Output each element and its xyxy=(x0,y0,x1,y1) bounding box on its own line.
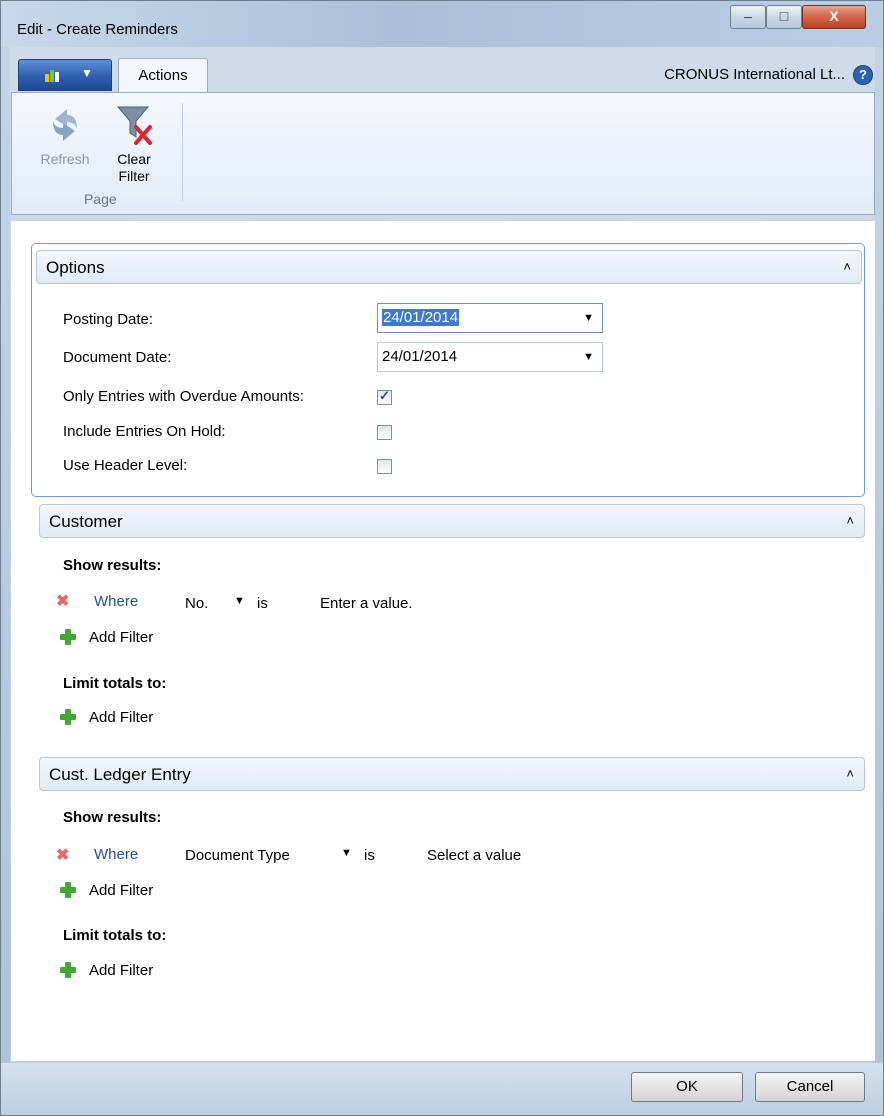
ok-button[interactable]: OK xyxy=(631,1072,743,1102)
posting-date-label: Posting Date: xyxy=(63,311,154,328)
dropdown-arrow-icon[interactable]: ▼ xyxy=(583,312,594,324)
dialog-window: Edit - Create Reminders – □ X ▼ Actions … xyxy=(0,0,884,1116)
customer-limit-totals: Limit totals to: xyxy=(63,675,167,692)
right-frame xyxy=(875,47,883,1063)
ledger-title: Cust. Ledger Entry xyxy=(49,765,191,784)
checkmark-icon: ✓ xyxy=(379,388,390,403)
ledger-add-limit-filter[interactable]: Add Filter xyxy=(89,962,153,979)
customer-add-limit-filter[interactable]: Add Filter xyxy=(89,709,153,726)
posting-date-field[interactable]: 24/01/2014 ▼ xyxy=(377,303,603,333)
customer-show-results: Show results: xyxy=(63,557,162,574)
dynamics-logo-icon xyxy=(45,70,59,82)
add-icon[interactable] xyxy=(60,709,76,725)
add-icon[interactable] xyxy=(60,882,76,898)
ledger-filter-field[interactable]: Document Type xyxy=(185,847,290,864)
title-bar: Edit - Create Reminders – □ X xyxy=(1,1,883,47)
customer-title: Customer xyxy=(49,512,123,531)
window-title: Edit - Create Reminders xyxy=(17,21,178,38)
maximize-button[interactable]: □ xyxy=(766,5,802,29)
use-header-level-checkbox[interactable] xyxy=(377,459,392,474)
ledger-where-link[interactable]: Where xyxy=(94,846,138,863)
tab-actions[interactable]: Actions xyxy=(118,58,208,94)
application-menu-button[interactable]: ▼ xyxy=(18,59,112,91)
ledger-header[interactable]: Cust. Ledger Entry ˄ xyxy=(39,757,865,791)
company-name[interactable]: CRONUS International Lt... xyxy=(664,66,845,83)
left-frame xyxy=(1,47,10,1063)
options-header[interactable]: Options ˄ xyxy=(36,250,862,284)
remove-filter-icon[interactable]: ✖ xyxy=(56,591,69,611)
ledger-filter-value[interactable]: Select a value xyxy=(427,847,521,864)
cancel-button[interactable]: Cancel xyxy=(755,1072,865,1102)
only-overdue-label: Only Entries with Overdue Amounts: xyxy=(63,388,304,405)
dialog-footer: OK Cancel xyxy=(1,1063,883,1115)
dropdown-arrow-icon[interactable]: ▼ xyxy=(583,351,594,363)
ledger-filter-operator: is xyxy=(364,847,375,864)
refresh-icon xyxy=(53,109,77,141)
ribbon-group-divider xyxy=(182,103,183,201)
add-icon[interactable] xyxy=(60,629,76,645)
close-icon: X xyxy=(829,8,839,24)
ledger-add-filter[interactable]: Add Filter xyxy=(89,882,153,899)
clear-filter-label: Clear Filter xyxy=(117,151,151,184)
customer-filter-operator: is xyxy=(257,595,268,612)
collapse-icon: ˄ xyxy=(846,513,854,528)
refresh-button[interactable]: Refresh xyxy=(38,103,92,168)
refresh-label: Refresh xyxy=(40,151,90,167)
ribbon-panel: Refresh Clear Filter Page xyxy=(11,92,875,215)
use-header-level-label: Use Header Level: xyxy=(63,457,188,474)
close-button[interactable]: X xyxy=(802,5,866,29)
only-overdue-checkbox[interactable]: ✓ xyxy=(377,388,392,405)
ribbon-tab-bar: ▼ Actions CRONUS International Lt... ? xyxy=(11,57,875,94)
customer-filter-value[interactable]: Enter a value. xyxy=(320,595,413,612)
customer-filter-field[interactable]: No. xyxy=(185,595,208,612)
customer-header[interactable]: Customer ˄ xyxy=(39,504,865,538)
add-icon[interactable] xyxy=(60,962,76,978)
collapse-icon: ˄ xyxy=(843,259,851,274)
ribbon-group-label: Page xyxy=(84,191,117,207)
ledger-limit-totals: Limit totals to: xyxy=(63,927,167,944)
posting-date-value: 24/01/2014 xyxy=(382,309,460,326)
clear-filter-button[interactable]: Clear Filter xyxy=(108,103,160,185)
clear-filter-icon xyxy=(116,106,152,145)
collapse-icon: ˄ xyxy=(846,766,854,781)
help-icon[interactable]: ? xyxy=(853,65,873,85)
customer-add-filter[interactable]: Add Filter xyxy=(89,629,153,646)
include-on-hold-label: Include Entries On Hold: xyxy=(63,423,226,440)
chevron-down-icon[interactable]: ▼ xyxy=(341,847,352,859)
document-date-field[interactable]: 24/01/2014 ▼ xyxy=(377,342,603,372)
maximize-icon: □ xyxy=(779,8,789,24)
remove-filter-icon[interactable]: ✖ xyxy=(56,845,69,865)
include-on-hold-checkbox[interactable] xyxy=(377,425,392,440)
chevron-down-icon: ▼ xyxy=(81,66,93,80)
ledger-show-results: Show results: xyxy=(63,809,162,826)
minimize-button[interactable]: – xyxy=(730,5,766,29)
minimize-icon: – xyxy=(744,8,752,24)
document-date-label: Document Date: xyxy=(63,349,172,366)
options-title: Options xyxy=(46,258,105,277)
document-date-value: 24/01/2014 xyxy=(382,348,458,365)
customer-where-link[interactable]: Where xyxy=(94,593,138,610)
chevron-down-icon[interactable]: ▼ xyxy=(234,595,245,607)
